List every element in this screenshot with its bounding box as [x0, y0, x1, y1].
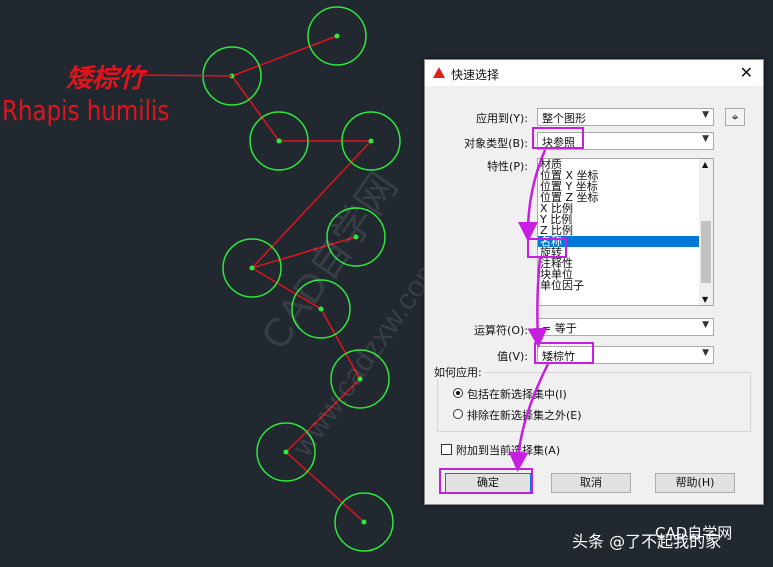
tutorial-arrows: [508, 149, 550, 472]
logo-text: CAD自学网: [655, 524, 733, 542]
source-text: 头条: [572, 532, 605, 551]
